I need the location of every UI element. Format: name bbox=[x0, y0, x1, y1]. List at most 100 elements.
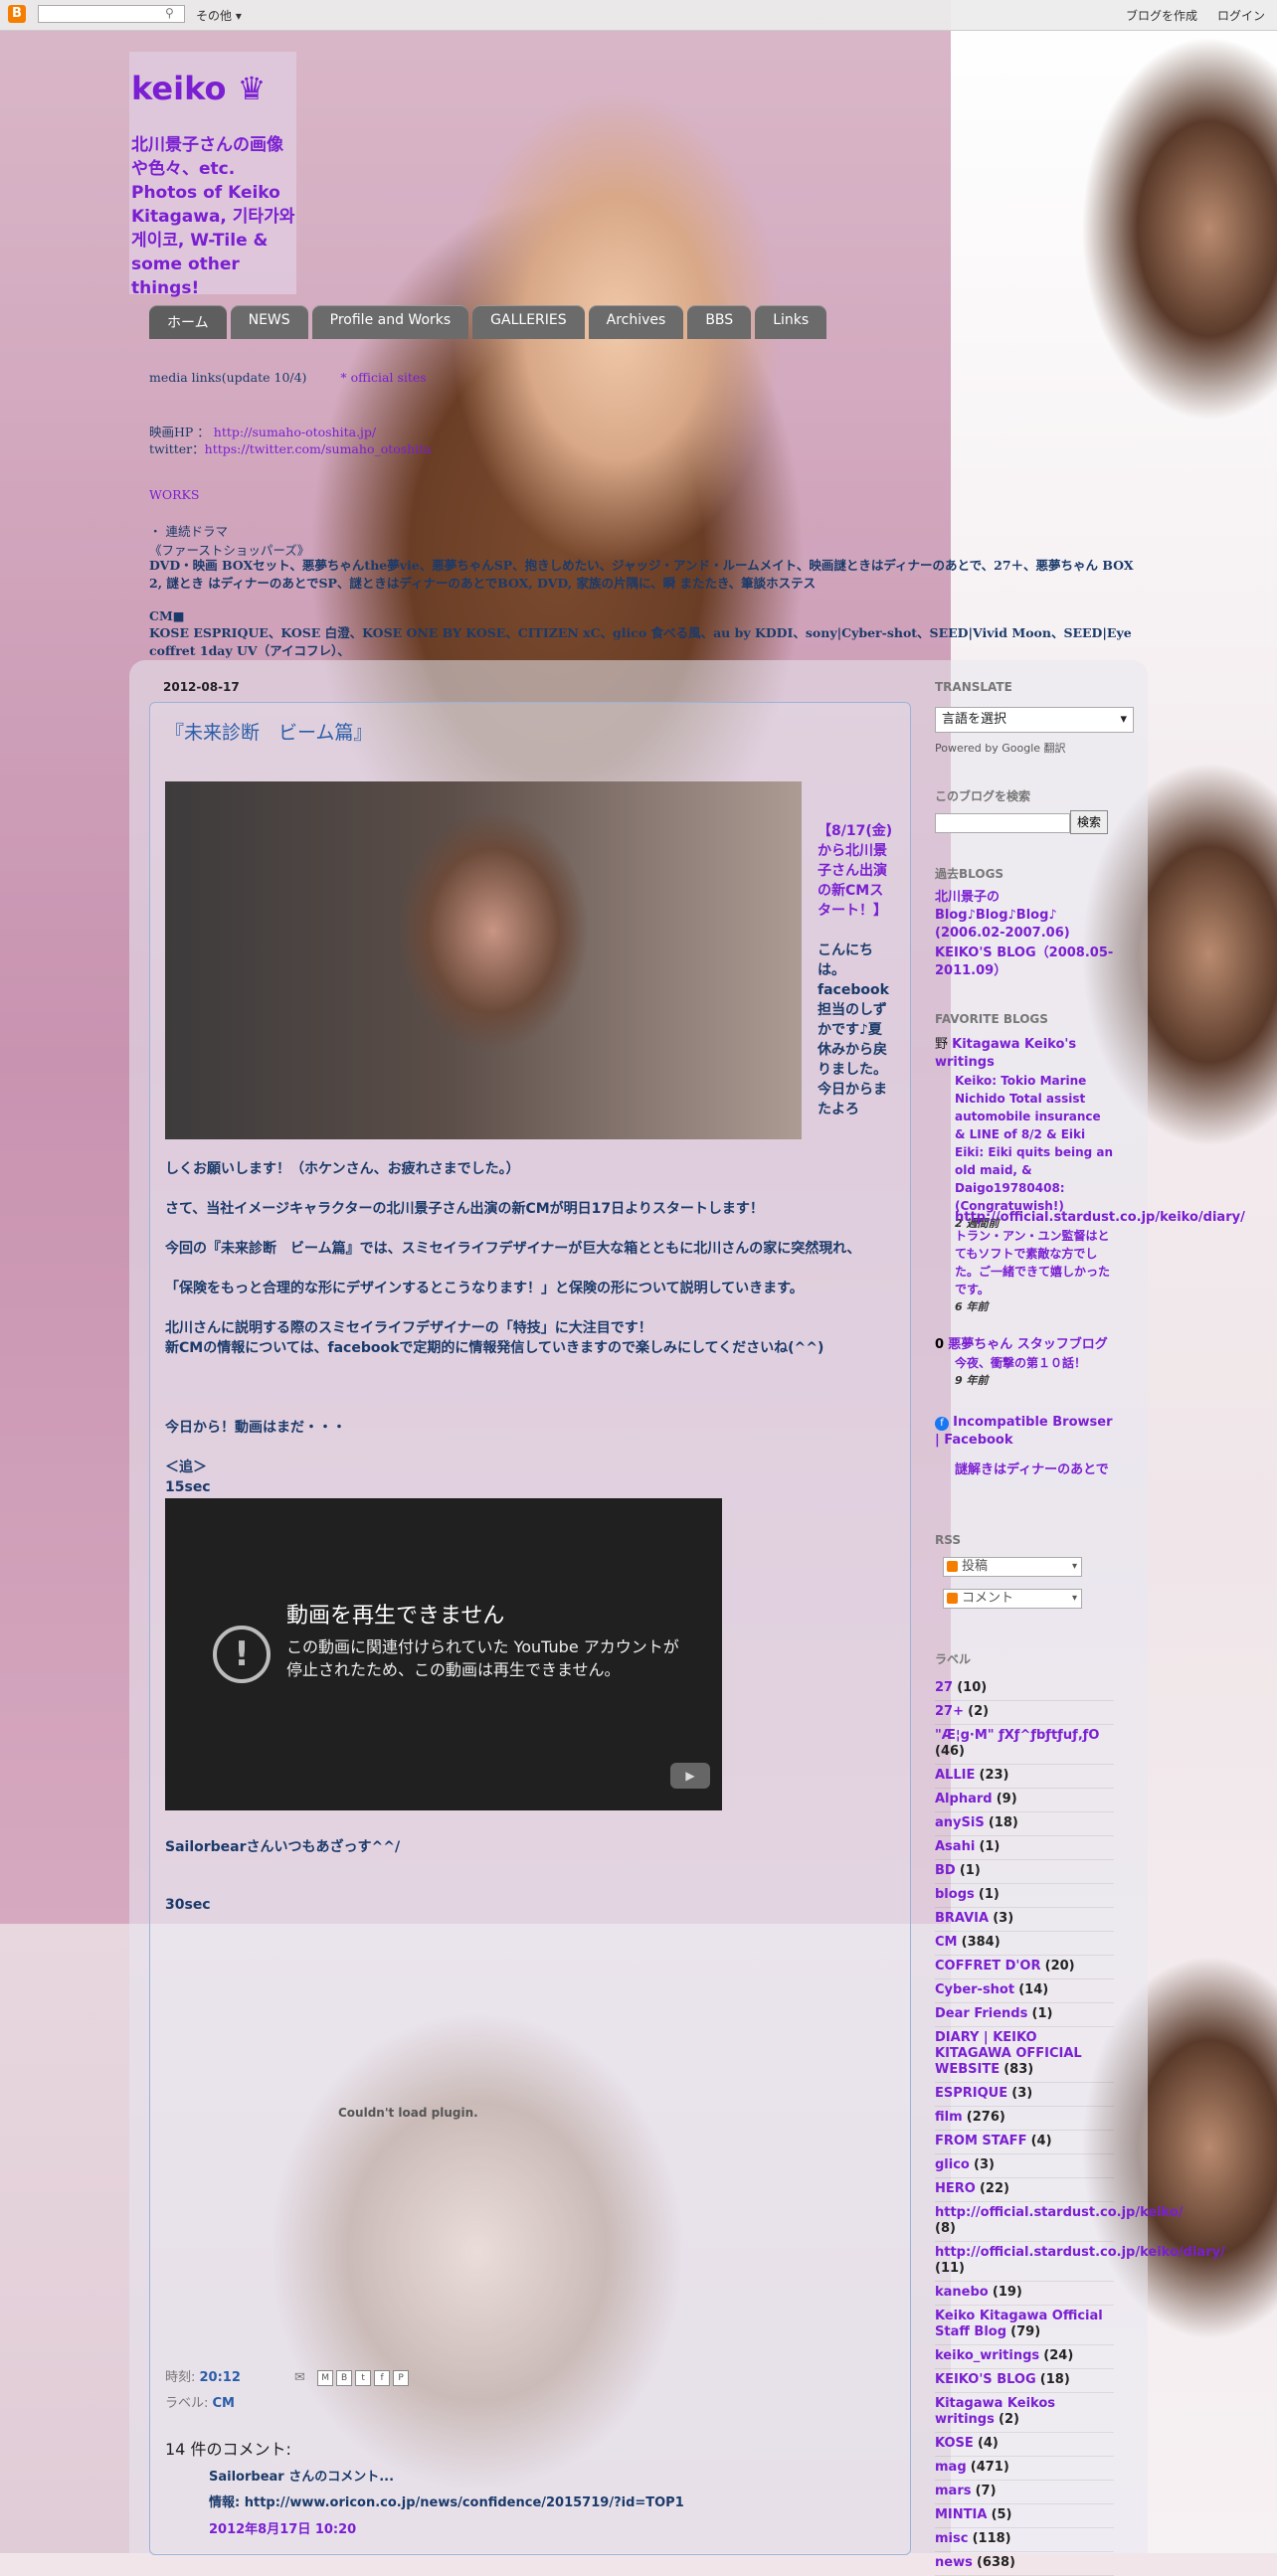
movie-hp-link[interactable]: http://sumaho-otoshita.jp/ bbox=[214, 425, 376, 439]
youtube-logo-icon[interactable]: ▶ bbox=[670, 1763, 710, 1789]
twitter-link[interactable]: https://twitter.com/sumaho_otoshita bbox=[205, 441, 432, 456]
tab-archives[interactable]: Archives bbox=[588, 305, 684, 339]
youtube-embed[interactable]: ! 動画を再生できません この動画に関連付けられていた YouTube アカウン… bbox=[165, 1498, 722, 1810]
login-link[interactable]: ログイン bbox=[1217, 7, 1265, 24]
label-link[interactable]: misc bbox=[935, 2531, 968, 2546]
label-link[interactable]: Alphard bbox=[935, 1792, 993, 1806]
favorite-blog-title[interactable]: Incompatible Browser | Facebook bbox=[935, 1415, 1113, 1448]
label-link[interactable]: anySiS bbox=[935, 1815, 985, 1830]
rss-comments-label: コメント bbox=[962, 1591, 1014, 1606]
twitter-share-icon[interactable]: t bbox=[355, 2369, 372, 2386]
favorite-blog-title[interactable]: 謎解きはディナーのあとで bbox=[935, 1461, 1114, 1479]
label-link[interactable]: Dear Friends bbox=[935, 2006, 1027, 2021]
label-link[interactable]: ESPRIQUE bbox=[935, 2086, 1007, 2101]
label-link[interactable]: MINTIA bbox=[935, 2507, 987, 2522]
label-link[interactable]: blogs bbox=[935, 1887, 975, 1902]
label-item: HERO (22) bbox=[935, 2178, 1114, 2202]
label-link[interactable]: BD bbox=[935, 1863, 956, 1878]
label-count: (1) bbox=[979, 1839, 1001, 1854]
language-select[interactable]: 言語を選択 ▾ bbox=[935, 707, 1134, 733]
favorite-blog-snippet[interactable]: 今夜、衝撃の第１０話！ bbox=[935, 1354, 1114, 1372]
label-link[interactable]: glico bbox=[935, 2157, 970, 2172]
blog-search-input[interactable] bbox=[935, 813, 1070, 833]
plugin-error: Couldn't load plugin. bbox=[338, 2106, 478, 2120]
language-select-value: 言語を選択 bbox=[942, 712, 1007, 727]
post-paragraph: 今回の『未来診断 ビーム篇』では、スミセイライフデザイナーが巨大な箱とともに北川… bbox=[165, 1241, 861, 1257]
label-link[interactable]: HERO bbox=[935, 2181, 976, 2196]
label-item: BRAVIA (3) bbox=[935, 1908, 1114, 1932]
favorite-blog-title[interactable]: 悪夢ちゃん スタッフブログ bbox=[948, 1337, 1108, 1352]
label-count: (24) bbox=[1043, 2348, 1074, 2363]
label-link[interactable]: http://official.stardust.co.jp/keiko/ bbox=[935, 2205, 1184, 2220]
label-link[interactable]: Asahi bbox=[935, 1839, 975, 1854]
past-blog-2[interactable]: KEIKO'S BLOG（2008.05-2011.09） bbox=[935, 945, 1113, 978]
label-link[interactable]: 27+ bbox=[935, 1704, 964, 1719]
label-link[interactable]: Kitagawa Keikos writings bbox=[935, 2396, 1055, 2427]
email-post-icon[interactable]: ✉ bbox=[294, 2370, 305, 2385]
label-link[interactable]: KOSE bbox=[935, 2436, 974, 2451]
past-blog-1[interactable]: 北川景子の Blog♪Blog♪Blog♪ (2006.02-2007.06) bbox=[935, 890, 1070, 941]
post-permalink[interactable]: 20:12 bbox=[200, 2370, 241, 2385]
label-count: (14) bbox=[1018, 1982, 1049, 1997]
post-image[interactable] bbox=[165, 781, 802, 1139]
label-link[interactable]: 27 bbox=[935, 1680, 953, 1695]
favorite-blog-title[interactable]: http://official.stardust.co.jp/keiko/dia… bbox=[935, 1209, 1245, 1227]
tab-bbs[interactable]: BBS bbox=[687, 305, 752, 339]
blogger-logo-icon[interactable]: B bbox=[8, 5, 26, 23]
label-link[interactable]: ALLIE bbox=[935, 1768, 975, 1783]
label-link[interactable]: http://official.stardust.co.jp/keiko/dia… bbox=[935, 2245, 1225, 2260]
rss-posts-dropdown[interactable]: 投稿 ▾ bbox=[943, 1557, 1082, 1577]
label-link[interactable]: CM bbox=[935, 1935, 957, 1950]
comment-date[interactable]: 2012年8月17日 10:20 bbox=[209, 2518, 356, 2537]
label-link[interactable]: KEIKO'S BLOG bbox=[935, 2372, 1036, 2387]
label-link[interactable]: film bbox=[935, 2110, 963, 2125]
label-link[interactable]: "Æ¦g·M" ƒXƒ^ƒbƒtƒuƒ‚ƒO bbox=[935, 1728, 1099, 1743]
media-links-text: media links(update 10/4) bbox=[149, 370, 307, 385]
pinterest-share-icon[interactable]: P bbox=[393, 2369, 410, 2386]
search-icon[interactable]: ⚲ bbox=[165, 6, 174, 20]
label-link[interactable]: COFFRET D'OR bbox=[935, 1959, 1040, 1974]
tab-home[interactable]: ホーム bbox=[149, 305, 227, 339]
navbar-search-input[interactable] bbox=[38, 5, 185, 23]
tab-links[interactable]: Links bbox=[755, 305, 827, 339]
facebook-share-icon[interactable]: f bbox=[374, 2369, 391, 2386]
favorite-blog-title[interactable]: Kitagawa Keiko's writings bbox=[935, 1037, 1076, 1070]
create-blog-link[interactable]: ブログを作成 bbox=[1126, 7, 1197, 24]
post-paragraph: 30sec bbox=[165, 1897, 211, 1913]
label-link[interactable]: FROM STAFF bbox=[935, 2134, 1026, 2148]
favorite-blog-snippet[interactable]: トラン・アン・ユン監督はとてもソフトで素敵な方でした。ご一緒できて嬉しかったです… bbox=[935, 1227, 1114, 1298]
email-share-icon[interactable]: M bbox=[317, 2369, 334, 2386]
powered-by-google[interactable]: Powered by Google 翻訳 bbox=[935, 740, 1066, 756]
label-count: (276) bbox=[966, 2110, 1005, 2125]
labels-list: 27 (10) 27+ (2) "Æ¦g·M" ƒXƒ^ƒbƒtƒuƒ‚ƒO (46… bbox=[935, 1677, 1225, 2576]
label-item: COFFRET D'OR (20) bbox=[935, 1956, 1114, 1979]
tab-galleries[interactable]: GALLERIES bbox=[472, 305, 585, 339]
favorite-blog-snippet[interactable]: Keiko: Tokio Marine Nichido Total assist… bbox=[935, 1072, 1114, 1215]
label-link[interactable]: BRAVIA bbox=[935, 1911, 989, 1926]
post-label-link[interactable]: CM bbox=[213, 2396, 235, 2411]
label-link[interactable]: news bbox=[935, 2555, 973, 2570]
label-item: misc (118) bbox=[935, 2528, 1114, 2552]
comment-author[interactable]: Sailorbear さんのコメント... bbox=[209, 2466, 394, 2485]
tab-news[interactable]: NEWS bbox=[230, 305, 308, 339]
label-item: Kitagawa Keikos writings (2) bbox=[935, 2393, 1114, 2433]
label-item: blogs (1) bbox=[935, 1884, 1114, 1908]
official-sites-link[interactable]: * official sites bbox=[340, 370, 426, 385]
time-label: 時刻: bbox=[165, 2370, 200, 2385]
favorite-blog-time: 6 年前 bbox=[955, 1300, 989, 1313]
label-link[interactable]: Cyber-shot bbox=[935, 1982, 1014, 1997]
post-title[interactable]: 『未来診断 ビーム篇』 bbox=[165, 718, 372, 745]
side-photo bbox=[951, 30, 1277, 726]
blog-title[interactable]: keiko ♛ bbox=[131, 70, 266, 107]
label-link[interactable]: kanebo bbox=[935, 2285, 989, 2300]
label-item: mag (471) bbox=[935, 2457, 1114, 2481]
label-link[interactable]: keiko_writings bbox=[935, 2348, 1039, 2363]
label-link[interactable]: mars bbox=[935, 2484, 971, 2498]
more-menu[interactable]: その他 ▾ bbox=[196, 7, 242, 24]
label-item: BD (1) bbox=[935, 1860, 1114, 1884]
rss-comments-dropdown[interactable]: コメント ▾ bbox=[943, 1589, 1082, 1609]
label-link[interactable]: mag bbox=[935, 2460, 967, 2475]
blog-this-icon[interactable]: B bbox=[336, 2369, 353, 2386]
blog-search-button[interactable]: 検索 bbox=[1070, 810, 1109, 834]
tab-profile[interactable]: Profile and Works bbox=[311, 305, 469, 339]
